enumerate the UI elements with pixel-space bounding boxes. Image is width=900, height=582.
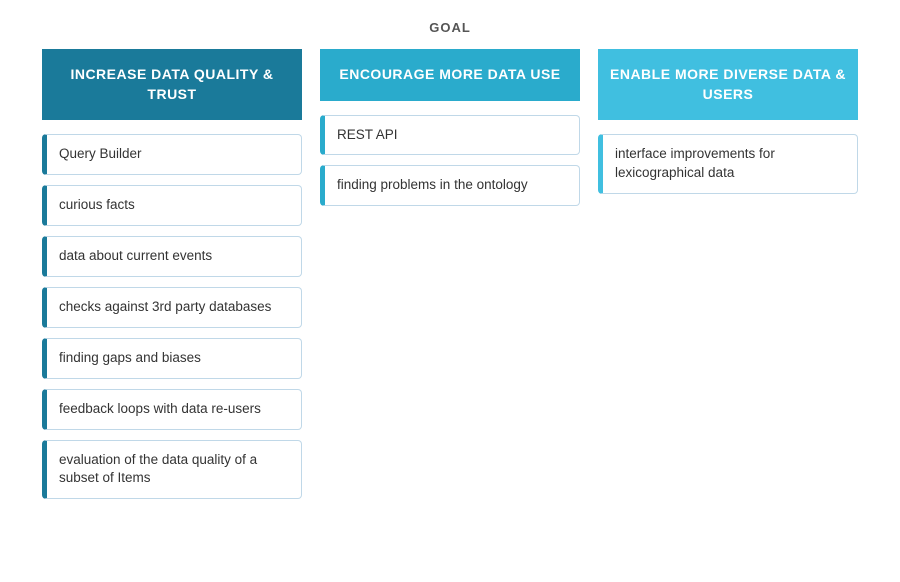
item-card-increase-quality-2: data about current events — [42, 236, 302, 277]
item-card-increase-quality-5: feedback loops with data re-users — [42, 389, 302, 430]
column-header-enable-diverse: ENABLE MORE DIVERSE DATA & USERS — [598, 49, 858, 120]
item-card-increase-quality-0: Query Builder — [42, 134, 302, 175]
item-card-increase-quality-6: evaluation of the data quality of a subs… — [42, 440, 302, 500]
goal-label: GOAL — [20, 20, 880, 35]
item-card-increase-quality-4: finding gaps and biases — [42, 338, 302, 379]
item-card-encourage-use-1: finding problems in the ontology — [320, 165, 580, 206]
item-card-encourage-use-0: REST API — [320, 115, 580, 156]
column-encourage-use: ENCOURAGE MORE DATA USE REST API finding p… — [320, 49, 580, 216]
column-header-increase-quality: INCREASE DATA QUALITY & TRUST — [42, 49, 302, 120]
column-increase-quality: INCREASE DATA QUALITY & TRUST Query Build… — [42, 49, 302, 509]
item-card-increase-quality-3: checks against 3rd party databases — [42, 287, 302, 328]
columns-container: INCREASE DATA QUALITY & TRUST Query Build… — [20, 49, 880, 509]
item-card-enable-diverse-0: interface improvements for lexicographic… — [598, 134, 858, 194]
column-enable-diverse: ENABLE MORE DIVERSE DATA & USERS interfac… — [598, 49, 858, 204]
item-card-increase-quality-1: curious facts — [42, 185, 302, 226]
column-header-encourage-use: ENCOURAGE MORE DATA USE — [320, 49, 580, 101]
